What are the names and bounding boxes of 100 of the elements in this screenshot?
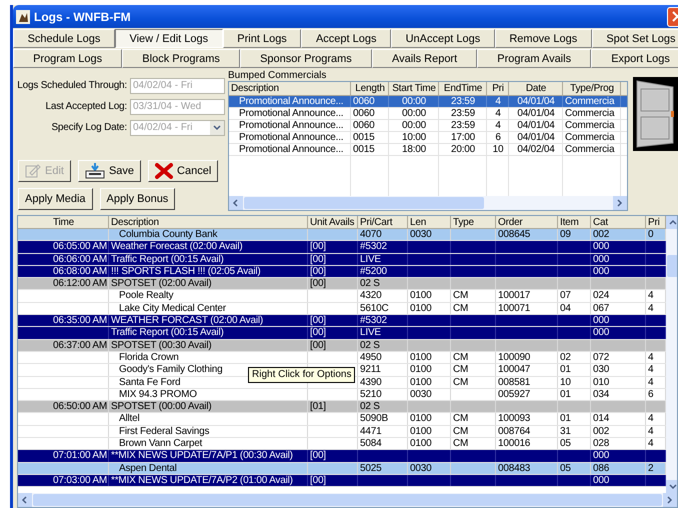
tab[interactable]: Export Logs — [591, 49, 678, 68]
table-cell-text: Promotional Announce... — [238, 132, 344, 144]
column-header[interactable]: Description — [109, 216, 308, 229]
tab[interactable]: Program Avails — [477, 49, 592, 68]
table-cell-text: 5610C — [359, 302, 390, 316]
tab[interactable]: Print Logs — [222, 29, 302, 48]
apply-button[interactable]: Apply Media — [18, 188, 93, 210]
tab[interactable]: UnAccept Logs — [391, 29, 495, 48]
table-row[interactable]: Brown Vann Carpet 5084 0100 CM 100016 05 028 4 — [18, 438, 666, 450]
column-header[interactable]: Description — [229, 82, 351, 96]
tab[interactable]: Spot Set Logs — [592, 29, 678, 48]
table-cell-text: Weather Forecast (02:00 Avail) — [110, 241, 244, 254]
table-cell-text: #5200 — [359, 266, 388, 278]
column-header[interactable]: Order — [496, 216, 558, 229]
tab[interactable]: Schedule Logs — [13, 29, 115, 48]
table-cell-text: 06:08:00 AM — [52, 266, 108, 278]
table-row[interactable]: 06:05:00 AM Weather Forecast (02:00 Avail) [00] #5302 000 — [18, 241, 666, 254]
table-row[interactable]: 06:12:00 AM SPOTSET (02:00 Avail) [00] 02 S — [18, 278, 666, 290]
column-header[interactable]: Type/Prog — [563, 82, 621, 96]
table-cell-text: [00] — [309, 315, 327, 328]
table-cell-text: 04/01/04 — [516, 96, 556, 108]
column-header[interactable]: Item — [558, 216, 591, 229]
table-cell-text: 086 — [592, 462, 610, 475]
cancel-button[interactable]: Cancel — [148, 160, 218, 182]
table-cell-text: 008645 — [497, 229, 532, 242]
table-row[interactable]: Promotional Announce... 0015 10:00 17:00 6 04/01/04 Commercia — [229, 132, 627, 144]
column-header[interactable]: Pri — [487, 82, 509, 96]
tab[interactable]: View / Edit Logs — [114, 29, 223, 48]
table-row[interactable]: 06:50:00 AM SPOTSET (00:00 Avail) [01] 02 S — [18, 401, 666, 414]
table-cell-text: 000 — [592, 327, 610, 340]
table-row[interactable]: Poole Realty 4320 0100 CM 100017 07 024 4 — [18, 290, 666, 303]
table-cell-text: 014 — [592, 413, 610, 426]
tab[interactable]: Program Logs — [13, 49, 122, 68]
table-cell-text: Promotional Announce... — [238, 96, 344, 108]
column-header[interactable]: Type — [451, 216, 496, 229]
table-cell-text: 034 — [592, 388, 610, 402]
table-row[interactable]: 07:01:00 AM **MIX NEWS UPDATE/7A/P1 (00:30 Avail) [00] 000 — [18, 450, 666, 463]
table-row[interactable]: Promotional Announce... 0015 18:00 20:00 10 04/02/04 Commercia — [229, 144, 627, 156]
table-row[interactable]: 06:37:00 AM SPOTSET (00:30 Avail) [00] 02 S — [18, 340, 666, 352]
tab[interactable]: Avails Report — [372, 49, 478, 68]
table-cell-text: 5084 — [359, 438, 382, 450]
column-header[interactable]: Start Time — [389, 82, 439, 96]
table-cell-text: 0100 — [409, 376, 432, 389]
table-cell-text: [00] — [309, 450, 327, 463]
table-cell-text: [00] — [309, 327, 327, 340]
table-row[interactable]: Lake City Medical Center 5610C 0100 CM 100071 04 067 4 — [18, 302, 666, 316]
table-row[interactable]: Aspen Dental 5025 0030 008483 05 086 2 — [18, 462, 666, 475]
table-cell-text: 20:00 — [450, 144, 476, 156]
table-cell-text: SPOTSET (00:30 Avail) — [110, 340, 212, 352]
table-row[interactable]: Columbia County Bank 4070 0030 008645 09 002 0 — [18, 229, 666, 242]
table-row[interactable]: Promotional Announce... 0060 00:00 23:59 4 04/01/04 Commercia — [229, 108, 627, 120]
table-cell-text: 0100 — [409, 438, 432, 450]
table-cell-text: 024 — [592, 290, 610, 303]
table-row[interactable]: 07:03:00 AM **MIX NEWS UPDATE/7A/P2 (01:00 Avail) [00] 000 — [18, 474, 666, 488]
table-cell-text: Aspen Dental — [118, 462, 178, 475]
column-header[interactable]: Date — [509, 82, 563, 96]
column-header[interactable]: Pri/Cart — [358, 216, 408, 229]
table-cell-text: Santa Fe Ford — [118, 376, 182, 389]
column-header[interactable]: Length — [351, 82, 389, 96]
table-cell-text: LIVE — [359, 327, 382, 340]
table-cell-text: 23:59 — [450, 96, 476, 108]
table-row[interactable]: 06:08:00 AM !!! SPORTS FLASH !!! (02:05 Avail) [00] #5200 000 — [18, 266, 666, 278]
table-cell-text: 4 — [494, 96, 502, 108]
field-label: Specify Log Date: — [50, 122, 128, 133]
table-cell-text: 01 — [559, 413, 572, 426]
apply-button[interactable]: Apply Bonus — [100, 188, 176, 210]
table-cell-text: Commercia — [564, 144, 616, 156]
table-cell-text: 072 — [592, 352, 610, 364]
tab[interactable]: Block Programs — [122, 49, 240, 68]
table-row[interactable]: 06:35:00 AM WEATHER FORCAST (02:00 Avail) [00] #5302 000 — [18, 315, 666, 328]
table-cell-text: Lake City Medical Center — [118, 302, 227, 316]
column-header[interactable]: Pri — [646, 216, 666, 229]
table-row[interactable]: Traffic Report (00:15 Avail) [00] LIVE 000 — [18, 327, 666, 340]
table-cell-text: 100071 — [497, 302, 532, 316]
save-button[interactable]: Save — [78, 160, 142, 182]
table-cell-text: CM — [452, 426, 470, 438]
table-row[interactable]: Promotional Announce... 0060 00:00 23:59 4 04/01/04 Commercia — [229, 96, 627, 108]
table-cell-text: 010 — [592, 376, 610, 389]
table-cell-text: 10 — [492, 144, 504, 156]
column-header[interactable]: Cat — [591, 216, 646, 229]
column-header[interactable]: Len — [408, 216, 451, 229]
tab[interactable]: Sponsor Programs — [240, 49, 372, 68]
table-row[interactable]: MIX 94.3 PROMO 5210 0030 005927 01 034 6 — [18, 388, 666, 402]
table-row[interactable]: First Federal Savings 4471 0100 CM 008764 31 002 4 — [18, 426, 666, 438]
table-cell-text: Commercia — [564, 120, 616, 132]
table-cell-text: #5302 — [359, 241, 388, 254]
table-row[interactable]: Florida Crown 4950 0100 CM 100090 02 072 4 — [18, 352, 666, 364]
table-row[interactable]: 06:06:00 AM Traffic Report (00:15 Avail) [00] LIVE 000 — [18, 254, 666, 266]
table-row[interactable]: Promotional Announce... 0060 00:00 23:59 4 04/01/04 Commercia — [229, 120, 627, 132]
table-cell-text: 04/01/04 — [516, 120, 556, 132]
tab[interactable]: Accept Logs — [301, 29, 392, 48]
table-cell-text: 4 — [647, 352, 654, 364]
column-header[interactable]: Time — [18, 216, 109, 229]
table-cell-text: CM — [452, 364, 470, 377]
table-cell-text: Columbia County Bank — [118, 229, 218, 242]
tab[interactable]: Remove Logs — [494, 29, 592, 48]
table-cell-text: 4471 — [359, 426, 382, 438]
column-header[interactable]: EndTime — [439, 82, 487, 96]
table-row[interactable]: Alltel 5090B 0100 CM 100093 01 014 4 — [18, 413, 666, 426]
column-header[interactable]: Unit Avails — [308, 216, 358, 229]
